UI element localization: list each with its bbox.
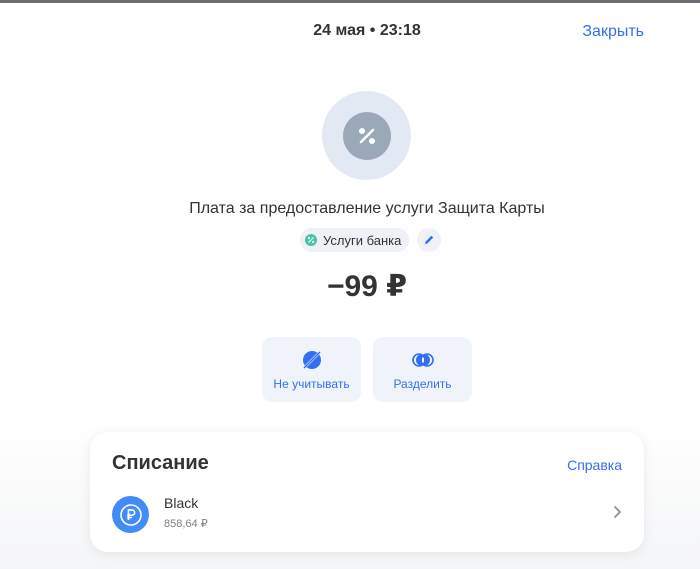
account-balance: 858,64 ₽ (164, 518, 208, 530)
ruble-icon (112, 496, 149, 533)
pencil-icon (425, 235, 434, 244)
exclude-label: Не учитывать (273, 376, 350, 391)
account-row[interactable]: Black 858,64 ₽ (112, 494, 622, 534)
split-label: Разделить (393, 376, 452, 391)
close-button[interactable]: Закрыть (582, 23, 644, 41)
help-link[interactable]: Справка (567, 457, 622, 473)
chevron-right-icon (614, 506, 621, 518)
category-chips: Услуги банка (300, 228, 442, 252)
category-chip-label: Услуги банка (323, 232, 402, 248)
action-buttons: Не учитывать Разделить (262, 337, 472, 402)
operation-amount: −99 ₽ (326, 270, 408, 303)
category-avatar (322, 91, 411, 180)
category-chip[interactable]: Услуги банка (300, 228, 410, 252)
account-name: Black (164, 495, 199, 511)
split-button[interactable]: Разделить (373, 337, 472, 402)
debit-card-section: Списание Справка Black 858,64 ₽ (90, 432, 644, 552)
exclude-button[interactable]: Не учитывать (262, 337, 361, 402)
percent-icon (342, 111, 391, 160)
exclude-icon (301, 349, 323, 371)
edit-category-button[interactable] (417, 228, 442, 252)
operation-title: Плата за предоставление услуги Защита Ка… (189, 200, 545, 217)
section-title: Списание (112, 452, 209, 474)
percent-icon (305, 234, 317, 246)
split-icon (410, 349, 436, 371)
operation-details-screen: 24 мая • 23:18 Закрыть Плата за предоста… (0, 0, 700, 569)
